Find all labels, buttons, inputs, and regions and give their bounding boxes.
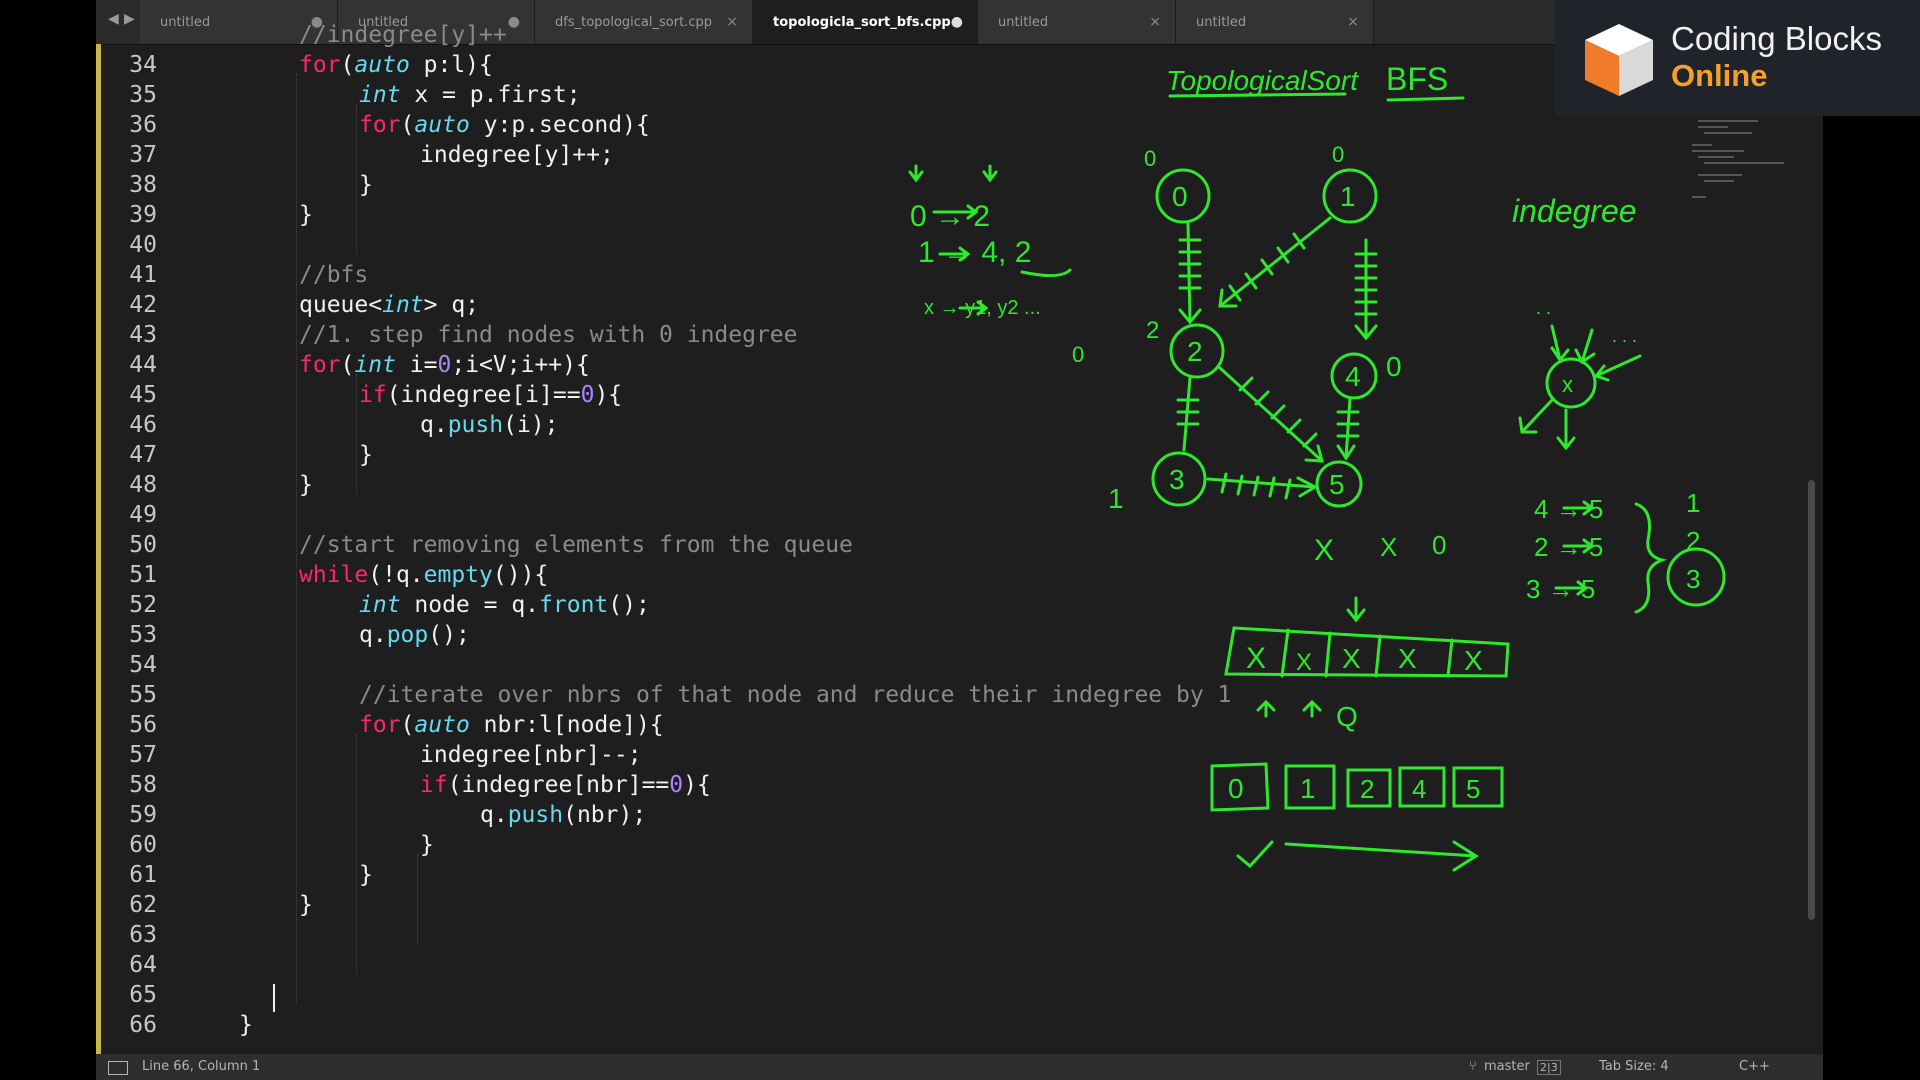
neighbor-dots: . . . [1612, 326, 1637, 346]
output-cell: 0 [1228, 773, 1244, 804]
graph-node: 4 [1345, 361, 1361, 392]
generic-node: x [1562, 372, 1573, 397]
indegree-count: 1 [1686, 488, 1700, 518]
output-cell: 4 [1412, 774, 1426, 804]
queue-cell: X [1464, 645, 1483, 676]
indegree-value: 0 [1332, 142, 1344, 167]
indegree-value: 1 [1108, 483, 1124, 514]
indegree-count: 3 [1686, 564, 1700, 594]
output-cell: 5 [1466, 774, 1480, 804]
graph-node: 0 [1172, 181, 1188, 212]
queue-cell: X [1342, 643, 1361, 674]
edge-to-5: 3 → 5 [1526, 574, 1595, 604]
output-cell: 2 [1360, 774, 1374, 804]
edge-to-5: 2 → 5 [1534, 532, 1603, 562]
note-indegree: indegree [1512, 193, 1637, 229]
indegree-count: 2 [1686, 526, 1700, 556]
output-cell: 1 [1300, 773, 1316, 804]
note-method: BFS [1386, 61, 1448, 97]
edge-to-5: 4 → 5 [1534, 494, 1603, 524]
graph-node: 1 [1340, 181, 1356, 212]
note-title: TopologicalSort [1166, 65, 1359, 96]
indegree-value: 0 [1386, 351, 1402, 382]
neighbor-dots: . . [1536, 298, 1551, 318]
graph-node: 5 [1329, 469, 1345, 500]
queue-label: Q [1336, 701, 1358, 732]
adjacency-line: 0 → 2 [910, 200, 990, 233]
graph-node: 2 [1187, 336, 1203, 367]
queue-cell: X [1296, 649, 1312, 676]
removed-mark: X [1314, 534, 1334, 567]
indegree-value: 0 [1144, 146, 1156, 171]
queue-cell: X [1398, 643, 1417, 674]
adjacency-line: x → y1, y2 ... [924, 297, 1041, 319]
handwritten-annotations: TopologicalSort BFS indegree 0 1 2 3 4 5… [908, 61, 1726, 872]
queue-cell: X [1246, 642, 1266, 675]
removed-mark: 0 [1432, 530, 1446, 560]
indegree-value: 2 [1146, 317, 1159, 344]
adjacency-line: 1 → 4, 2 [918, 236, 1031, 269]
indegree-value: 0 [1072, 342, 1084, 367]
graph-node: 3 [1169, 464, 1185, 495]
removed-mark: X [1380, 532, 1397, 562]
